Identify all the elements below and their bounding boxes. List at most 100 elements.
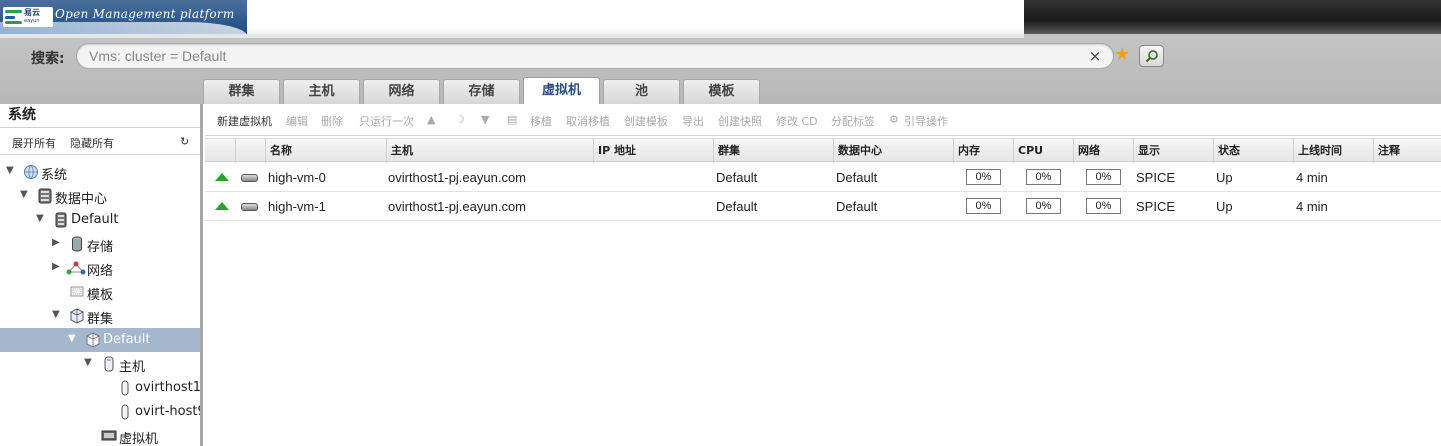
tab-networks[interactable]: 网络	[363, 79, 440, 104]
system-tree-panel: 系统 展开所有 隐藏所有 ↻ ▼ 系统 ▼ 数据中心 ▼ Default ▶ 存…	[0, 104, 203, 446]
brand-banner: 易云 eayun Open Management platform	[0, 0, 247, 36]
main-tabs: 群集 主机 网络 存储 虚拟机 池 模板	[203, 77, 763, 111]
column-header-cpu[interactable]: CPU	[1013, 139, 1073, 163]
table-row[interactable]: high-vm-0 ovirthost1-pj.eayun.com Defaul…	[205, 163, 1441, 192]
tab-clusters[interactable]: 群集	[203, 79, 280, 104]
assign-tags-button[interactable]: 分配标签	[831, 113, 875, 129]
host-icon	[104, 356, 114, 372]
column-header-memory[interactable]: 内存	[953, 139, 1013, 163]
vm-icon	[241, 203, 258, 211]
tab-hosts[interactable]: 主机	[283, 79, 360, 104]
create-snapshot-button[interactable]: 创建快照	[718, 113, 762, 129]
tree-node-vms[interactable]: 虚拟机	[0, 424, 200, 446]
column-header-network[interactable]: 网络	[1073, 139, 1133, 163]
edit-button[interactable]: 编辑	[286, 113, 308, 129]
tree-node-label: 系统	[41, 168, 68, 183]
tab-templates[interactable]: 模板	[683, 79, 760, 104]
new-vm-button[interactable]: 新建虚拟机	[217, 113, 272, 129]
run-icon[interactable]: ▲	[427, 113, 435, 126]
column-header-cluster[interactable]: 群集	[713, 139, 833, 163]
expand-arrow-icon[interactable]: ▶	[52, 237, 60, 248]
cancel-migrate-button[interactable]: 取消移植	[566, 113, 610, 129]
tab-pools[interactable]: 池	[603, 79, 680, 104]
column-header-datacenter[interactable]: 数据中心	[833, 139, 953, 163]
tree-node-clusters[interactable]: ▼ 群集	[0, 304, 200, 328]
logo-text-en: eayun	[24, 18, 40, 24]
tab-virtual-machines[interactable]: 虚拟机	[523, 77, 600, 111]
tree-node-label: 存储	[87, 240, 114, 255]
vm-name: high-vm-1	[268, 199, 326, 214]
run-once-button[interactable]: 只运行一次	[359, 113, 414, 129]
tree-node-datacenters[interactable]: ▼ 数据中心	[0, 184, 200, 208]
tree-node-label: 群集	[87, 312, 114, 327]
expand-arrow-icon[interactable]: ▼	[6, 165, 14, 176]
search-input[interactable]: Vms: cluster = Default	[76, 43, 1114, 69]
tree-node-label: 数据中心	[55, 192, 108, 207]
expand-arrow-icon[interactable]: ▶	[52, 261, 60, 272]
change-cd-button[interactable]: 修改 CD	[776, 113, 818, 129]
column-header-name[interactable]: 名称	[265, 139, 386, 163]
table-row[interactable]: high-vm-1 ovirthost1-pj.eayun.com Defaul…	[205, 192, 1441, 221]
guide-icon[interactable]: ⚙	[889, 113, 899, 126]
create-template-button[interactable]: 创建模板	[624, 113, 668, 129]
tree-node-storage[interactable]: ▶ 存储	[0, 232, 200, 256]
search-label: 搜索:	[31, 51, 65, 67]
network-usage: 0%	[1086, 198, 1121, 214]
search-button[interactable]	[1139, 45, 1164, 67]
tree-node-host-ovirt-host90[interactable]: ovirt-host90	[0, 400, 200, 424]
column-header-display[interactable]: 显示	[1133, 139, 1213, 163]
tab-storage[interactable]: 存储	[443, 79, 520, 104]
vm-toolbar: 新建虚拟机 编辑 删除 只运行一次 ▲ ☽ ▼ ▤ 移植 取消移植 创建模板 导…	[205, 104, 1441, 136]
tree-node-host-ovirthost1[interactable]: ovirthost1-p	[0, 376, 200, 400]
tree-node-templates[interactable]: 模板	[0, 280, 200, 304]
column-header-ip[interactable]: IP 地址	[593, 139, 713, 163]
tree-node-cluster-default[interactable]: ▼ Default	[0, 328, 200, 352]
vm-icon	[101, 430, 117, 441]
export-button[interactable]: 导出	[682, 113, 704, 129]
tree-node-datacenter-default[interactable]: ▼ Default	[0, 208, 200, 232]
tree-node-label: ovirt-host90	[135, 404, 200, 419]
delete-button[interactable]: 删除	[321, 113, 343, 129]
template-icon	[70, 286, 84, 297]
console-icon[interactable]: ▤	[507, 113, 517, 126]
guide-button[interactable]: 引导操作	[904, 113, 948, 129]
tree-node-system[interactable]: ▼ 系统	[0, 160, 200, 184]
datacenter-icon	[38, 188, 52, 204]
globe-icon	[24, 165, 38, 179]
tree-node-networks[interactable]: ▶ 网络	[0, 256, 200, 280]
expand-arrow-icon[interactable]: ▼	[52, 309, 60, 320]
stop-icon[interactable]: ▼	[481, 113, 489, 126]
expand-arrow-icon[interactable]: ▼	[84, 357, 92, 368]
vm-status: Up	[1216, 170, 1233, 185]
column-header-status[interactable]: 状态	[1213, 139, 1293, 163]
migrate-button[interactable]: 移植	[530, 113, 552, 129]
expand-arrow-icon[interactable]: ▼	[36, 213, 44, 224]
suspend-icon[interactable]: ☽	[455, 113, 465, 126]
refresh-icon[interactable]: ↻	[180, 135, 189, 148]
vm-uptime: 4 min	[1296, 170, 1328, 185]
tree-node-label: ovirthost1-p	[135, 380, 200, 395]
tree-node-hosts[interactable]: ▼ 主机	[0, 352, 200, 376]
vm-host: ovirthost1-pj.eayun.com	[388, 199, 527, 214]
tree-panel-title: 系统	[0, 104, 200, 128]
header-spacer-cell	[235, 139, 265, 163]
expand-arrow-icon[interactable]: ▼	[68, 333, 76, 344]
host-icon	[121, 404, 129, 420]
memory-usage: 0%	[966, 198, 1001, 214]
vm-display: SPICE	[1136, 170, 1176, 185]
expand-all-link[interactable]: 展开所有	[12, 135, 56, 151]
tree-actions: 展开所有 隐藏所有 ↻	[0, 131, 200, 155]
platform-title: Open Management platform	[55, 7, 235, 21]
collapse-all-link[interactable]: 隐藏所有	[70, 135, 114, 151]
clear-search-icon[interactable]: ×	[1087, 47, 1103, 65]
vm-host: ovirthost1-pj.eayun.com	[388, 170, 527, 185]
expand-arrow-icon[interactable]: ▼	[20, 189, 28, 200]
cpu-usage: 0%	[1026, 198, 1061, 214]
logo-text: 易云 eayun	[24, 9, 40, 25]
tree-node-label: 模板	[87, 288, 114, 303]
bookmark-star-icon[interactable]: ★	[1114, 44, 1130, 66]
header-spacer	[247, 0, 1024, 38]
column-header-host[interactable]: 主机	[386, 139, 593, 163]
column-header-comment[interactable]: 注释	[1373, 139, 1441, 163]
column-header-uptime[interactable]: 上线时间	[1293, 139, 1373, 163]
